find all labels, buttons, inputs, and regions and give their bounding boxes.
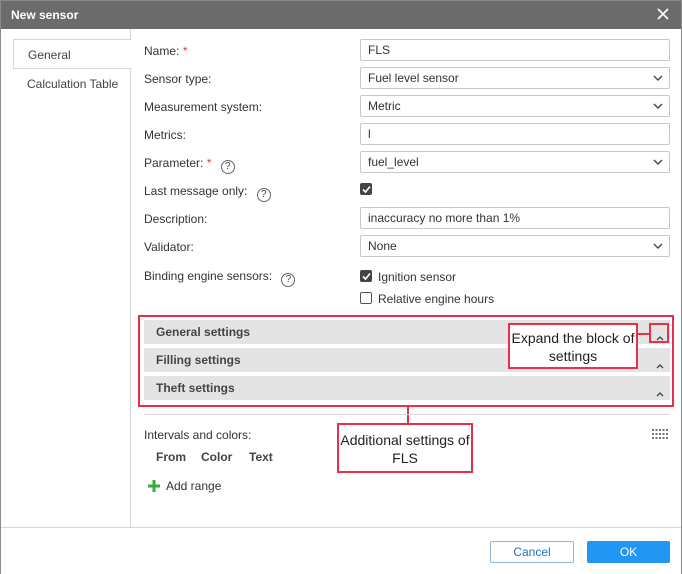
dialog-footer: Cancel OK	[1, 527, 681, 574]
parameter-label: Parameter: * ?	[144, 156, 235, 174]
close-icon[interactable]	[655, 5, 671, 23]
divider	[144, 414, 670, 415]
chevron-down-icon	[653, 100, 663, 112]
help-icon[interactable]: ?	[281, 273, 296, 287]
measurement-system-value: Metric	[368, 99, 401, 113]
description-label: Description:	[144, 212, 208, 226]
callout-connector	[407, 407, 409, 423]
chevron-down-icon	[653, 240, 663, 252]
parameter-select[interactable]: fuel_level	[360, 151, 670, 173]
metrics-label: Metrics:	[144, 128, 186, 142]
measurement-system-label: Measurement system:	[144, 100, 263, 114]
measurement-system-select[interactable]: Metric	[360, 95, 670, 117]
new-sensor-dialog: New sensor General Calculation Table Nam…	[0, 0, 682, 574]
ignition-sensor-checkbox[interactable]	[360, 270, 372, 282]
last-message-only-label-text: Last message only:	[144, 184, 248, 198]
required-marker: *	[182, 44, 188, 58]
column-header-text: Text	[249, 450, 273, 464]
expand-button-highlight	[649, 323, 669, 343]
validator-value: None	[368, 239, 397, 253]
ignition-sensor-label: Ignition sensor	[378, 270, 457, 284]
sensor-type-value: Fuel level sensor	[368, 71, 459, 85]
tab-calculation-table[interactable]: Calculation Table	[13, 69, 131, 99]
chevron-down-icon	[653, 72, 663, 84]
dialog-titlebar: New sensor	[1, 1, 681, 29]
ok-button[interactable]: OK	[587, 541, 670, 563]
column-header-from: From	[156, 450, 186, 464]
expand-block-callout: Expand the block of settings	[508, 323, 638, 369]
cancel-button[interactable]: Cancel	[490, 541, 574, 563]
dialog-title: New sensor	[11, 8, 79, 22]
parameter-label-text: Parameter:	[144, 156, 204, 170]
tab-general[interactable]: General	[13, 39, 132, 69]
table-settings-icon[interactable]	[651, 427, 669, 441]
add-range-label: Add range	[166, 479, 222, 493]
relative-engine-hours-label: Relative engine hours	[378, 292, 495, 306]
relative-engine-hours-checkbox[interactable]	[360, 292, 372, 304]
metrics-field[interactable]: l	[360, 123, 670, 145]
description-field[interactable]: inaccuracy no more than 1%	[360, 207, 670, 229]
required-marker: *	[206, 156, 212, 170]
add-range-button[interactable]: Add range	[147, 479, 221, 493]
validator-label: Validator:	[144, 240, 194, 254]
help-icon[interactable]: ?	[220, 160, 235, 174]
name-field[interactable]: FLS	[360, 39, 670, 61]
last-message-only-checkbox[interactable]	[360, 183, 372, 195]
binding-label-text: Binding engine sensors:	[144, 269, 273, 283]
chevron-down-icon	[653, 156, 663, 168]
tab-sidebar: General Calculation Table	[1, 29, 132, 527]
binding-engine-sensors-label: Binding engine sensors: ?	[144, 269, 296, 287]
callout-connector	[637, 333, 649, 335]
help-icon[interactable]: ?	[256, 188, 271, 202]
intervals-label: Intervals and colors:	[144, 428, 252, 442]
validator-select[interactable]: None	[360, 235, 670, 257]
parameter-value: fuel_level	[368, 155, 419, 169]
name-label: Name: *	[144, 44, 187, 58]
last-message-only-label: Last message only: ?	[144, 184, 271, 202]
additional-settings-callout: Additional settings of FLS	[337, 423, 473, 473]
plus-icon	[147, 479, 161, 493]
column-header-color: Color	[201, 450, 233, 464]
sensor-type-select[interactable]: Fuel level sensor	[360, 67, 670, 89]
name-label-text: Name:	[144, 44, 180, 58]
sensor-type-label: Sensor type:	[144, 72, 212, 86]
